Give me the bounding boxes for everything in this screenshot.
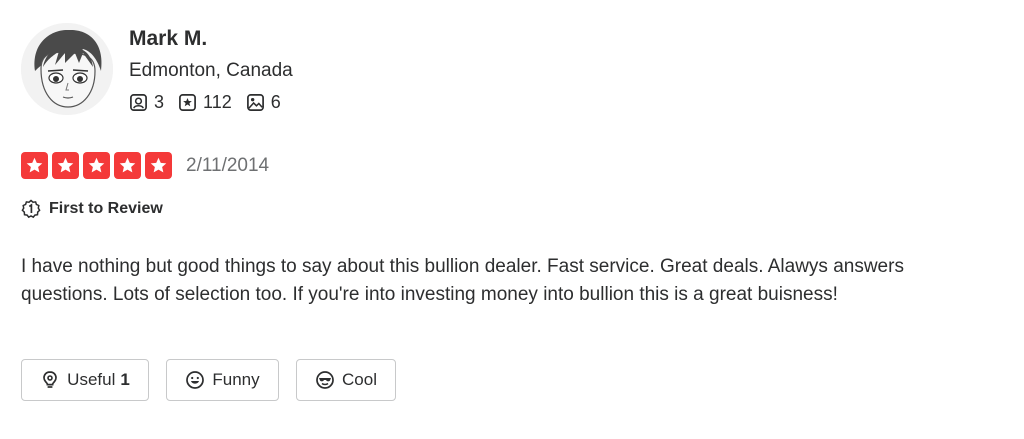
funny-label: Funny — [212, 370, 260, 389]
cool-button[interactable]: Cool — [296, 359, 396, 401]
star-icon — [83, 152, 110, 179]
useful-label: Useful — [67, 370, 116, 389]
smile-icon — [186, 371, 205, 389]
reviews-icon — [179, 94, 196, 111]
badge-label: First to Review — [49, 200, 163, 217]
star-icon — [114, 152, 141, 179]
star-rating — [21, 152, 176, 179]
reviews-stat: 112 — [178, 92, 232, 113]
review-date: 2/11/2014 — [186, 154, 270, 176]
friends-count: 3 — [154, 92, 165, 112]
photos-stat: 6 — [246, 92, 281, 113]
cool-label: Cool — [342, 370, 377, 389]
funny-button[interactable]: Funny — [166, 359, 279, 401]
star-icon — [21, 152, 48, 179]
star-icon — [52, 152, 79, 179]
user-stats: 3 112 6 — [129, 92, 295, 113]
first-review-icon — [21, 199, 41, 219]
friends-stat: 3 — [129, 92, 164, 113]
photos-icon — [246, 94, 264, 111]
user-location: Edmonton, Canada — [129, 60, 293, 81]
user-name[interactable]: Mark M. — [129, 27, 207, 51]
star-icon — [145, 152, 172, 179]
reaction-buttons: Useful 1 Funny Cool — [21, 359, 413, 401]
rating-row: 2/11/2014 — [21, 152, 269, 179]
photos-count: 6 — [270, 92, 281, 112]
sunglasses-icon — [316, 371, 334, 389]
review-text: I have nothing but good things to say ab… — [21, 256, 904, 305]
useful-count: 1 — [120, 370, 130, 389]
first-to-review-badge: First to Review — [21, 199, 163, 219]
useful-button[interactable]: Useful 1 — [21, 359, 149, 401]
review-card: Mark M. Edmonton, Canada 3 112 6 2/11/20… — [0, 0, 1024, 439]
reviews-count: 112 — [203, 92, 232, 112]
lightbulb-icon — [43, 371, 58, 388]
friends-icon — [130, 94, 147, 111]
avatar-image — [21, 23, 113, 115]
avatar[interactable] — [21, 23, 113, 115]
